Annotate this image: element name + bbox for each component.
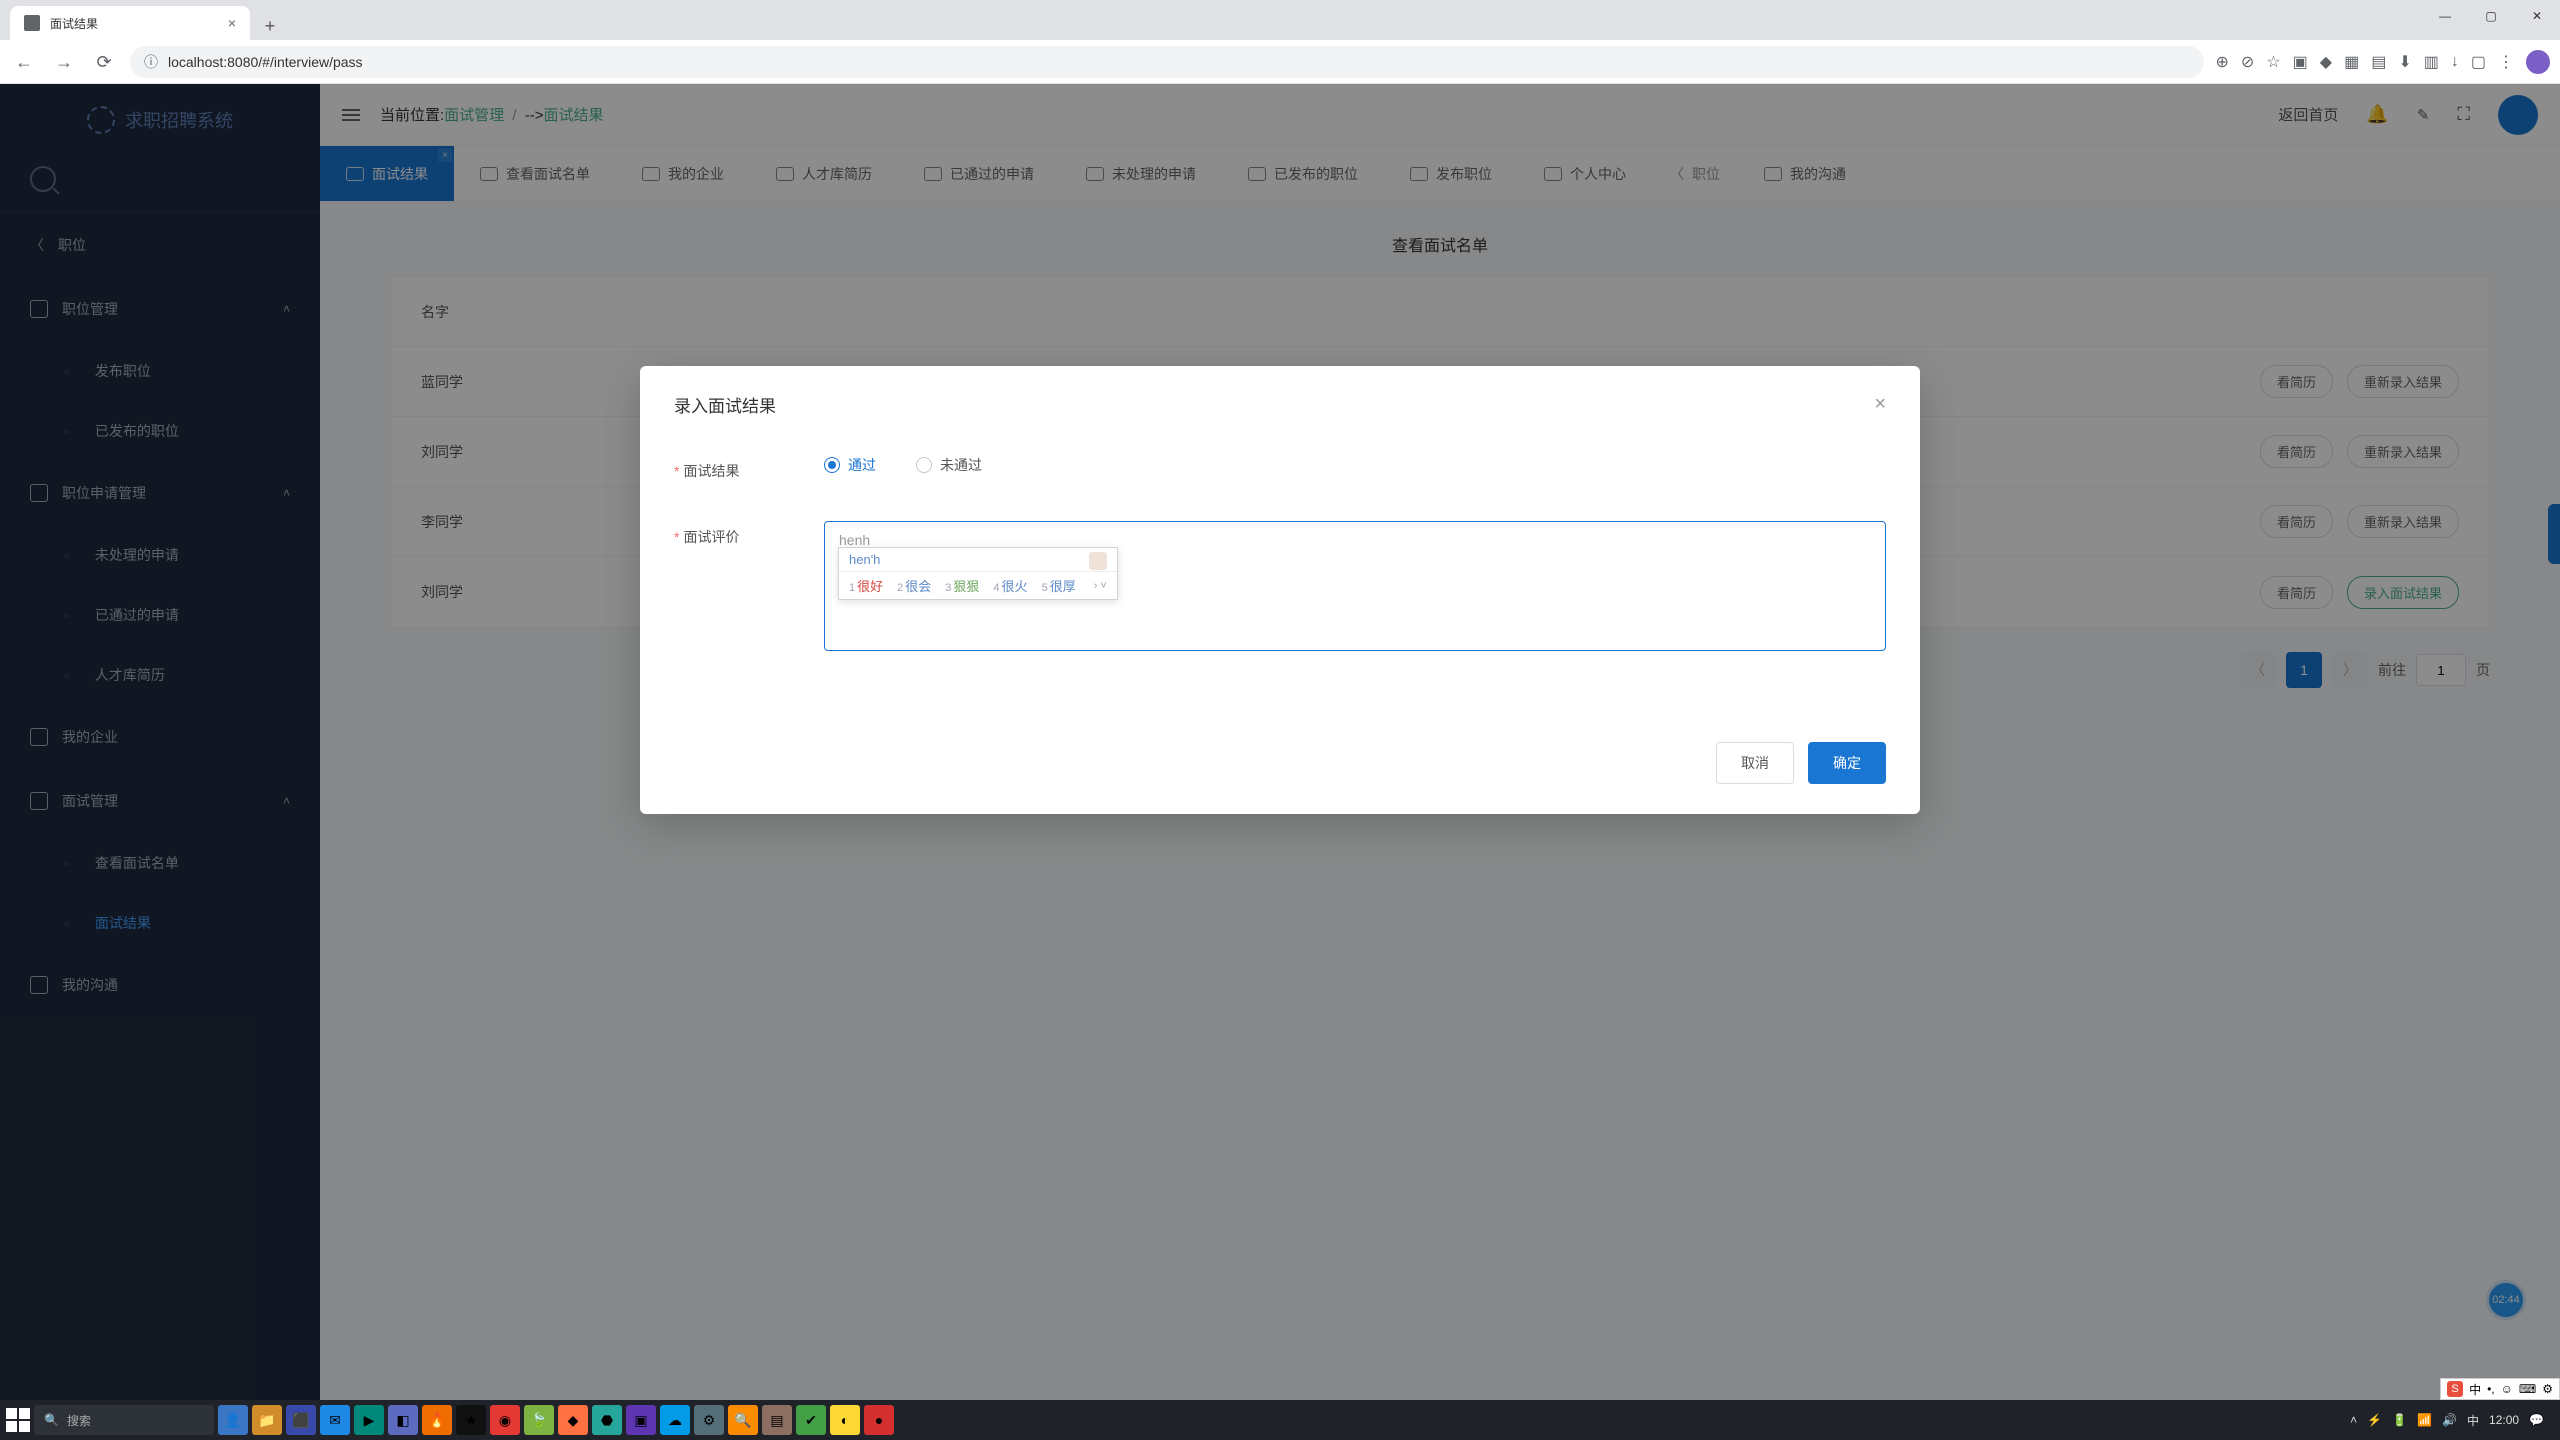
enter-result-modal: 录入面试结果 × *面试结果 通过 未通过 *面试评价 henh hen'h 1 (640, 366, 1920, 814)
ime-logo-icon (1089, 552, 1107, 570)
window-minimize[interactable]: — (2422, 0, 2468, 32)
menu-icon[interactable]: ⋮ (2498, 52, 2514, 72)
taskbar-app[interactable]: 📁 (252, 1405, 282, 1435)
app-root: 求职招聘系统 〈 职位 职位管理 ˄ 发布职位 已发布的职位 职位申请管理 ˄ … (0, 84, 2560, 1400)
tray-volume-icon[interactable]: 🔊 (2442, 1413, 2457, 1427)
ime-composition: hen'h (839, 548, 1117, 572)
taskbar-app[interactable]: ⚙ (694, 1405, 724, 1435)
radio-pass[interactable]: 通过 (824, 455, 876, 475)
chrome-actions: ⊕ ⊘ ☆ ▣ ◆ ▦ ▤ ⬇ ▥ ↓ ▢ ⋮ (2216, 50, 2551, 74)
translate-icon[interactable]: ⊕ (2216, 52, 2229, 72)
ime-logo-icon: S (2447, 1381, 2463, 1397)
tab-title: 面试结果 (50, 15, 98, 32)
address-bar: ← → ⟳ ⓘ localhost:8080/#/interview/pass … (0, 40, 2560, 84)
ext-icon[interactable]: ▥ (2424, 52, 2439, 72)
taskbar-app[interactable]: ★ (456, 1405, 486, 1435)
modal-title: 录入面试结果 (674, 392, 776, 417)
ime-punct-icon[interactable]: •, (2487, 1382, 2495, 1396)
taskbar-search[interactable]: 🔍 搜索 (34, 1405, 214, 1435)
taskbar-app[interactable]: ◧ (388, 1405, 418, 1435)
tray-lang[interactable]: 中 (2467, 1412, 2479, 1429)
ext-icon[interactable]: ▢ (2471, 52, 2486, 72)
tray-wifi-icon[interactable]: 📶 (2417, 1413, 2432, 1427)
ime-popup: hen'h 1很好 2很会 3狠狠 4很火 5很厚 › ˅ (838, 547, 1118, 600)
nav-forward-icon[interactable]: → (50, 48, 78, 76)
search-placeholder: 搜索 (67, 1412, 91, 1429)
new-tab-button[interactable]: + (256, 12, 284, 40)
ime-emoji-icon[interactable]: ☺ (2501, 1382, 2513, 1396)
tray-icon[interactable]: ⚡ (2367, 1413, 2382, 1427)
taskbar-app[interactable]: ⬣ (592, 1405, 622, 1435)
tray-icon[interactable]: 🔋 (2392, 1413, 2407, 1427)
bookmark-icon[interactable]: ☆ (2266, 52, 2280, 72)
favicon-icon (24, 15, 40, 31)
url-text: localhost:8080/#/interview/pass (168, 54, 363, 70)
taskbar-app[interactable]: ▶ (354, 1405, 384, 1435)
tray-chevron-icon[interactable]: ˄ (2350, 1413, 2357, 1427)
tray-time[interactable]: 12:00 (2489, 1413, 2519, 1427)
cancel-button[interactable]: 取消 (1716, 742, 1794, 784)
system-tray[interactable]: ˄ ⚡ 🔋 📶 🔊 中 12:00 💬 (2350, 1412, 2554, 1429)
taskbar-app[interactable]: 🔥 (422, 1405, 452, 1435)
radio-fail[interactable]: 未通过 (916, 455, 982, 475)
label-result: *面试结果 (674, 455, 824, 481)
url-input[interactable]: ⓘ localhost:8080/#/interview/pass (130, 46, 2204, 78)
nav-back-icon[interactable]: ← (10, 48, 38, 76)
site-info-icon[interactable]: ⓘ (144, 52, 158, 72)
nav-reload-icon[interactable]: ⟳ (90, 48, 118, 76)
taskbar-app[interactable]: ● (864, 1405, 894, 1435)
window-maximize[interactable]: ▢ (2468, 0, 2514, 32)
start-button[interactable] (6, 1408, 30, 1432)
ime-keyboard-icon[interactable]: ⌨ (2519, 1382, 2536, 1396)
ime-toolbar[interactable]: S 中 •, ☺ ⌨ ⚙ (2440, 1378, 2560, 1400)
tray-notifications-icon[interactable]: 💬 (2529, 1413, 2544, 1427)
ime-candidates[interactable]: 1很好 2很会 3狠狠 4很火 5很厚 › ˅ (839, 572, 1117, 599)
taskbar: 🔍 搜索 👤 📁 ⬛ ✉ ▶ ◧ 🔥 ★ ◉ 🍃 ◆ ⬣ ▣ ☁ ⚙ 🔍 ▤ ✔… (0, 1400, 2560, 1440)
tab-close-icon[interactable]: × (228, 15, 236, 31)
taskbar-app[interactable]: 👤 (218, 1405, 248, 1435)
profile-avatar[interactable] (2526, 50, 2550, 74)
ext-icon[interactable]: ▦ (2344, 52, 2359, 72)
window-close[interactable]: ✕ (2514, 0, 2560, 32)
browser-tab[interactable]: 面试结果 × (10, 6, 250, 40)
taskbar-app[interactable]: 🔍 (728, 1405, 758, 1435)
taskbar-app[interactable]: ◐ (830, 1405, 860, 1435)
label-eval: *面试评价 (674, 521, 824, 547)
ext-icon[interactable]: ▤ (2371, 52, 2386, 72)
tab-strip: 面试结果 × + (0, 0, 2560, 40)
taskbar-app[interactable]: ◉ (490, 1405, 520, 1435)
ext-icon[interactable]: ◆ (2320, 52, 2332, 72)
download-icon[interactable]: ↓ (2451, 53, 2459, 71)
taskbar-app[interactable]: ✔ (796, 1405, 826, 1435)
ime-lang[interactable]: 中 (2469, 1381, 2481, 1398)
taskbar-app[interactable]: 🍃 (524, 1405, 554, 1435)
taskbar-app[interactable]: ⬛ (286, 1405, 316, 1435)
browser-chrome: 面试结果 × + ← → ⟳ ⓘ localhost:8080/#/interv… (0, 0, 2560, 84)
ok-button[interactable]: 确定 (1808, 742, 1886, 784)
ime-more-icon[interactable]: › ˅ (1094, 580, 1107, 592)
taskbar-app[interactable]: ▣ (626, 1405, 656, 1435)
password-icon[interactable]: ⊘ (2241, 52, 2254, 72)
ime-settings-icon[interactable]: ⚙ (2542, 1382, 2553, 1396)
search-icon: 🔍 (44, 1413, 59, 1427)
ext-icon[interactable]: ⬇ (2398, 52, 2411, 72)
taskbar-app[interactable]: ◆ (558, 1405, 588, 1435)
modal-close-icon[interactable]: × (1874, 393, 1886, 416)
taskbar-app[interactable]: ✉ (320, 1405, 350, 1435)
taskbar-app[interactable]: ▤ (762, 1405, 792, 1435)
ext-icon[interactable]: ▣ (2293, 52, 2308, 72)
taskbar-app[interactable]: ☁ (660, 1405, 690, 1435)
